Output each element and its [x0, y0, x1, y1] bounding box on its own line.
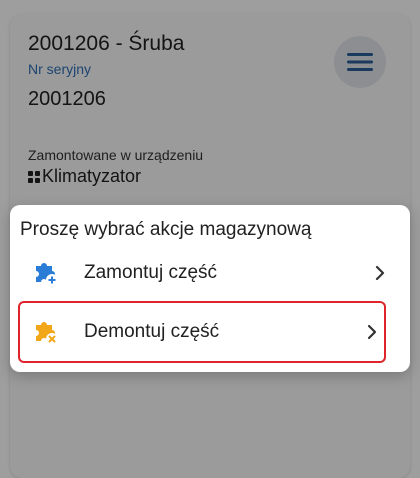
unmount-part-action[interactable]: Demontuj część [18, 301, 386, 363]
puzzle-remove-icon [20, 317, 70, 347]
dialog-title: Proszę wybrać akcje magazynową [20, 219, 312, 240]
chevron-right-icon [360, 324, 384, 340]
puzzle-plus-icon [20, 258, 70, 288]
chevron-right-icon [368, 265, 392, 281]
mount-part-label: Zamontuj część [84, 262, 218, 283]
app-screen: 2001206 - Śruba Nr seryjny 2001206 Zamon… [0, 0, 420, 478]
mount-part-action[interactable]: Zamontuj część [20, 245, 392, 301]
unmount-part-label: Demontuj część [84, 321, 220, 342]
stock-action-dialog: Proszę wybrać akcje magazynową Zamontuj … [10, 205, 410, 372]
